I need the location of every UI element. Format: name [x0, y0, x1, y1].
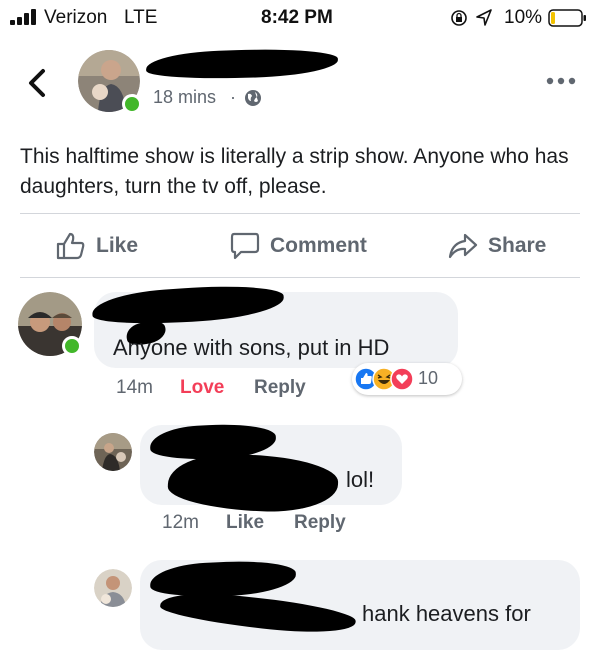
comment-time: 14m	[116, 377, 153, 398]
reply-button[interactable]: Reply	[254, 377, 306, 399]
status-bar: Verizon LTE 8:42 PM 10%	[0, 0, 600, 34]
comment-author-avatar[interactable]	[18, 292, 86, 360]
post-text: This halftime show is literally a strip …	[20, 145, 569, 198]
comment-text: Anyone with sons, put in HD	[113, 335, 390, 360]
reply-button[interactable]: Reply	[294, 512, 346, 534]
post-timestamp[interactable]: 18 mins	[153, 87, 216, 108]
online-status-dot	[122, 94, 142, 114]
reaction-summary[interactable]: 10	[352, 363, 462, 395]
share-label: Share	[488, 234, 547, 257]
location-arrow-icon	[476, 9, 492, 26]
globe-icon	[245, 90, 261, 106]
back-chevron-icon[interactable]	[26, 68, 48, 98]
battery-icon	[548, 9, 586, 27]
share-button[interactable]: Share	[448, 228, 546, 264]
comment-bubble-icon	[230, 232, 260, 260]
online-status-dot	[62, 336, 82, 356]
network-label: LTE	[124, 7, 158, 28]
post-author-avatar[interactable]	[78, 50, 144, 116]
share-arrow-icon	[448, 233, 478, 259]
love-reaction-icon	[390, 367, 414, 391]
divider	[20, 277, 580, 278]
clock: 8:42 PM	[261, 7, 333, 28]
rotation-lock-icon	[451, 10, 467, 26]
like-label: Like	[96, 234, 139, 257]
signal-strength-icon	[10, 9, 40, 25]
more-options-icon[interactable]	[545, 76, 577, 86]
meta-separator: ·	[230, 87, 236, 107]
reaction-count: 10	[418, 368, 439, 388]
comment-label: Comment	[270, 234, 367, 257]
reply-author-avatar[interactable]	[94, 433, 132, 471]
like-button[interactable]: Like	[56, 228, 138, 264]
reply-author-avatar[interactable]	[94, 569, 132, 607]
divider	[20, 213, 580, 214]
comment-button[interactable]: Comment	[230, 228, 367, 264]
thumbs-up-icon	[56, 232, 85, 260]
comment-text: lol!	[346, 467, 375, 492]
like-reply-button[interactable]: Like	[226, 512, 264, 534]
comment-text: hank heavens for	[362, 601, 531, 626]
battery-percent: 10%	[504, 7, 543, 28]
comment-time: 12m	[162, 512, 199, 533]
redacted-author-name	[145, 46, 339, 82]
love-reaction-button[interactable]: Love	[180, 377, 224, 399]
carrier-label: Verizon	[44, 7, 108, 28]
